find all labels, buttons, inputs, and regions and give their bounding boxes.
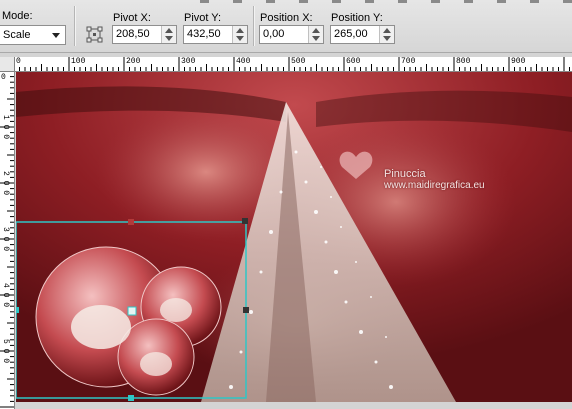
pivot-y-label: Pivot Y: bbox=[184, 12, 222, 24]
toolbar-separator bbox=[74, 6, 76, 46]
toolbar-icon-stub[interactable] bbox=[530, 0, 539, 3]
ruler-label: 5 0 0 bbox=[1, 339, 10, 364]
toolbar-separator bbox=[253, 6, 255, 46]
toolbar-icon-stub[interactable] bbox=[299, 0, 308, 3]
pivot-icon[interactable] bbox=[86, 26, 103, 43]
ruler-label: 0 bbox=[1, 73, 6, 82]
toolbar-icon-stub[interactable] bbox=[563, 0, 572, 3]
toolbar-icon-stub[interactable] bbox=[332, 0, 341, 3]
position-x-value: 0,00 bbox=[263, 28, 285, 40]
horizontal-ruler[interactable]: 0 100 200 300 400 500 600 700 800 900 bbox=[14, 57, 572, 72]
ruler-label: 2 0 0 bbox=[1, 171, 10, 196]
chevron-down-icon bbox=[52, 33, 60, 38]
position-x-label: Position X: bbox=[260, 12, 313, 24]
ruler-label: 700 bbox=[401, 57, 416, 66]
mode-label: Mode: bbox=[2, 10, 33, 22]
watermark-line1: Pinuccia bbox=[384, 168, 426, 180]
ruler-label: 200 bbox=[126, 57, 141, 66]
pivot-x-label: Pivot X: bbox=[113, 12, 151, 24]
ruler-corner bbox=[0, 57, 15, 72]
ruler-label: 3 0 0 bbox=[1, 227, 10, 252]
ruler-label: 300 bbox=[181, 57, 196, 66]
tool-options-bar: Mode: Scale Pivot X: 208,50 Pivot Y: 432… bbox=[0, 0, 572, 53]
ruler-label: 500 bbox=[291, 57, 306, 66]
pivot-x-field[interactable]: 208,50 bbox=[112, 25, 177, 44]
ruler-label: 400 bbox=[236, 57, 251, 66]
toolbar-icon-stub[interactable] bbox=[398, 0, 407, 3]
ruler-label: 600 bbox=[346, 57, 361, 66]
vertical-ruler[interactable]: 0 1 0 0 2 0 0 3 0 0 4 0 0 5 0 0 bbox=[0, 71, 15, 409]
pivot-y-field[interactable]: 432,50 bbox=[183, 25, 248, 44]
toolbar-icon-stub[interactable] bbox=[200, 0, 209, 3]
watermark-text: Pinuccia www.maidiregrafica.eu bbox=[384, 168, 485, 191]
spinner-arrows-icon[interactable] bbox=[232, 26, 247, 43]
top-toolbar-strip bbox=[0, 0, 572, 4]
ruler-label: 0 bbox=[16, 57, 21, 66]
spinner-arrows-icon[interactable] bbox=[379, 26, 394, 43]
ruler-label: 1 0 0 bbox=[1, 115, 10, 140]
toolbar-icon-stub[interactable] bbox=[233, 0, 242, 3]
toolbar-icon-stub[interactable] bbox=[365, 0, 374, 3]
toolbar-icon-stub[interactable] bbox=[431, 0, 440, 3]
position-y-field[interactable]: 265,00 bbox=[330, 25, 395, 44]
image-canvas[interactable]: Pinuccia www.maidiregrafica.eu bbox=[16, 72, 572, 402]
ruler-label: 4 0 0 bbox=[1, 283, 10, 308]
spinner-arrows-icon[interactable] bbox=[161, 26, 176, 43]
watermark-line2: www.maidiregrafica.eu bbox=[384, 180, 485, 191]
position-x-field[interactable]: 0,00 bbox=[259, 25, 324, 44]
position-y-value: 265,00 bbox=[334, 28, 368, 40]
ruler-label: 800 bbox=[456, 57, 471, 66]
toolbar-icon-stub[interactable] bbox=[497, 0, 506, 3]
ruler-label: 100 bbox=[71, 57, 86, 66]
canvas-artwork bbox=[16, 72, 572, 402]
mode-select-value: Scale bbox=[3, 29, 31, 41]
position-y-label: Position Y: bbox=[331, 12, 383, 24]
ruler-label: 900 bbox=[511, 57, 526, 66]
toolbar-icon-stub[interactable] bbox=[266, 0, 275, 3]
pivot-y-value: 432,50 bbox=[187, 28, 221, 40]
spinner-arrows-icon[interactable] bbox=[308, 26, 323, 43]
toolbar-icon-stub[interactable] bbox=[464, 0, 473, 3]
mode-select[interactable]: Scale bbox=[0, 25, 66, 45]
pivot-x-value: 208,50 bbox=[116, 28, 150, 40]
